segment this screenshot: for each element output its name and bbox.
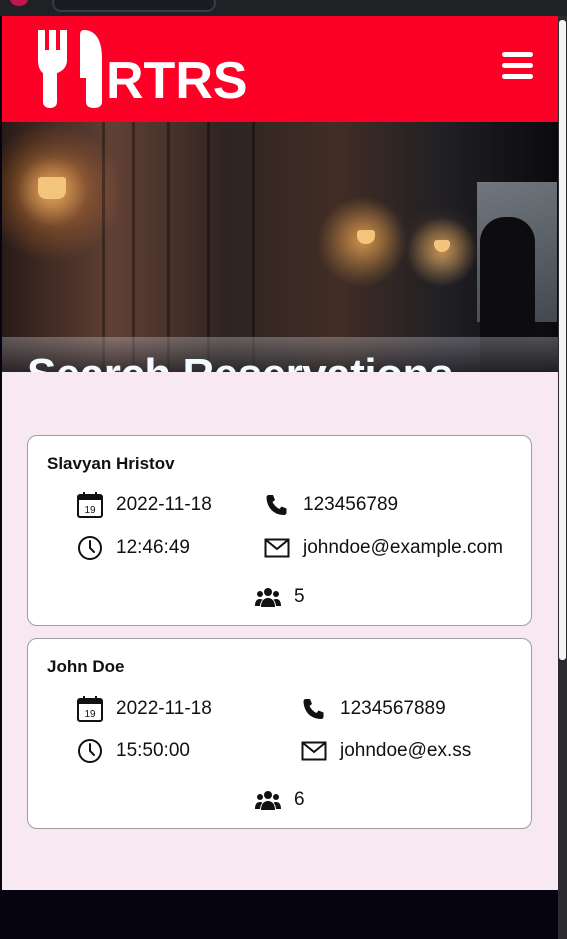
reservation-email: johndoe@ex.ss: [300, 737, 471, 765]
reservation-phone: 123456789: [263, 491, 398, 519]
svg-text:19: 19: [84, 709, 96, 720]
browser-tab[interactable]: [52, 0, 216, 12]
reservation-time: 15:50:00: [76, 737, 190, 765]
reservation-date: 19 2022-11-18: [76, 695, 212, 723]
browser-profile-icon[interactable]: [10, 0, 28, 6]
rtrs-logo[interactable]: RTRS: [36, 28, 248, 113]
phone-value: 1234567889: [340, 698, 446, 719]
people-icon: [254, 786, 282, 814]
mail-icon: [263, 534, 291, 562]
time-value: 15:50:00: [116, 740, 190, 761]
hero-banner: Search Reservations: [2, 122, 559, 372]
page: RTRS Search Reservations: [2, 16, 559, 890]
date-value: 2022-11-18: [116, 698, 212, 719]
people-icon: [254, 583, 282, 611]
browser-top-bar: [0, 0, 567, 16]
phone-icon: [300, 695, 328, 723]
reservation-email: johndoe@example.com: [263, 534, 503, 562]
reservation-name: John Doe: [47, 657, 125, 676]
reservation-date: 19 2022-11-18: [76, 491, 212, 519]
email-value: johndoe@example.com: [303, 537, 503, 558]
scrollbar-thumb[interactable]: [559, 20, 566, 660]
phone-value: 123456789: [303, 494, 399, 515]
phone-icon: [263, 491, 291, 519]
svg-text:19: 19: [84, 505, 96, 516]
reservation-card[interactable]: Slavyan Hristov 19 2022-11-18 123456789: [27, 435, 532, 626]
time-value: 12:46:49: [116, 537, 190, 558]
reservation-guests: 5: [254, 583, 305, 611]
site-header: RTRS: [2, 16, 559, 122]
reservation-name: Slavyan Hristov: [47, 454, 175, 473]
date-value: 2022-11-18: [116, 494, 212, 515]
hamburger-menu-icon[interactable]: [502, 52, 534, 80]
reservation-card[interactable]: John Doe 19 2022-11-18 1234567889 15:50:…: [27, 638, 532, 829]
guests-value: 5: [294, 586, 305, 607]
clock-icon: [76, 534, 104, 562]
clock-icon: [76, 737, 104, 765]
guests-value: 6: [294, 789, 305, 810]
reservation-guests: 6: [254, 786, 305, 814]
calendar-icon: 19: [76, 491, 104, 519]
reservation-phone: 1234567889: [300, 695, 446, 723]
calendar-icon: 19: [76, 695, 104, 723]
reservation-time: 12:46:49: [76, 534, 190, 562]
logo-text: RTRS: [106, 52, 246, 108]
page-title: Search Reservations: [27, 350, 453, 372]
mail-icon: [300, 737, 328, 765]
email-value: johndoe@ex.ss: [340, 740, 472, 761]
